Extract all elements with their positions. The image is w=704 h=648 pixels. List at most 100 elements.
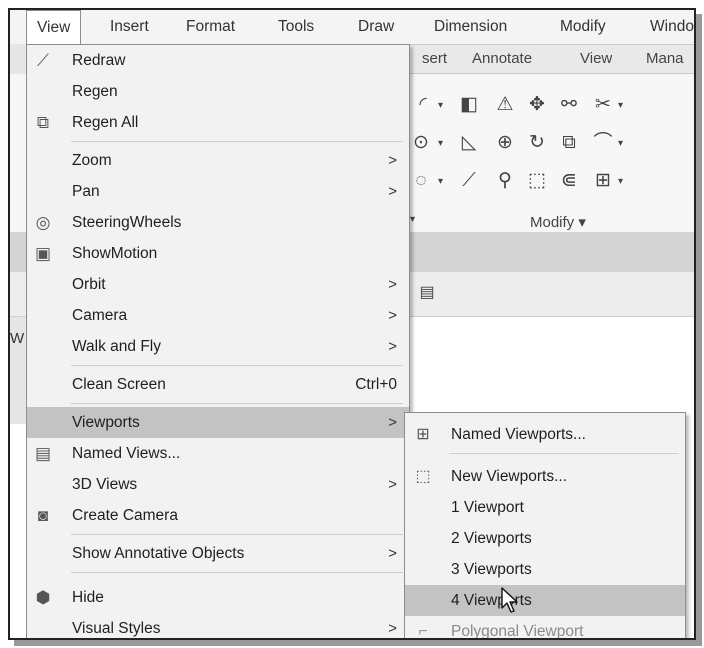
dropdown-arrow-icon[interactable]: ▾ <box>618 176 623 187</box>
menu-item-zoom[interactable]: Zoom > <box>27 145 409 176</box>
submenu-item-label: 1 Viewport <box>451 499 524 516</box>
menubar-insert[interactable]: Insert <box>110 10 149 44</box>
named-views-tool-icon[interactable]: ▤ <box>416 282 438 304</box>
redraw-icon: ⟋ <box>37 51 49 70</box>
menu-item-pan[interactable]: Pan > <box>27 176 409 207</box>
menubar-draw[interactable]: Draw <box>358 10 394 44</box>
submenu-arrow: > <box>388 152 397 169</box>
ellipse-icon[interactable]: ◌ <box>410 170 432 192</box>
regen-all-icon: ⧉ <box>36 113 50 132</box>
dropdown-arrow-icon[interactable]: ▾ <box>438 100 443 111</box>
menu-item-label: 3D Views <box>72 476 138 493</box>
submenu-item-label: 2 Viewports <box>451 530 532 547</box>
menu-item-orbit[interactable]: Orbit > <box>27 269 409 300</box>
new-viewports-icon: ⬚ <box>415 468 431 485</box>
menu-item-create-camera[interactable]: ◙ Create Camera <box>27 500 409 531</box>
trim-icon[interactable]: ✂ <box>592 94 614 116</box>
submenu-item-label: Polygonal Viewport <box>451 623 584 640</box>
menu-item-steeringwheels[interactable]: ◎ SteeringWheels <box>27 207 409 238</box>
named-viewports-icon: ⊞ <box>416 426 430 443</box>
menubar-dimension[interactable]: Dimension <box>434 10 507 44</box>
submenu-item-label: Named Viewports... <box>451 426 586 443</box>
menu-item-regen-all[interactable]: ⧉ Regen All <box>27 107 409 138</box>
menu-item-visual-styles[interactable]: Visual Styles > <box>27 613 409 638</box>
polygonal-viewport-icon: ⌐ <box>418 623 428 640</box>
menubar-tools[interactable]: Tools <box>278 10 314 44</box>
menu-item-label: ShowMotion <box>72 245 158 262</box>
submenu-item-label: 3 Viewports <box>451 561 532 578</box>
menu-item-named-views[interactable]: ▤ Named Views... <box>27 438 409 469</box>
menu-shortcut: Ctrl+0 <box>355 376 397 393</box>
ribbon-tab-manage[interactable]: Mana <box>646 45 684 73</box>
offset-icon[interactable]: ⬚ <box>526 170 548 192</box>
menu-item-label: Pan <box>72 183 100 200</box>
menu-item-label: Viewports <box>72 414 140 431</box>
menu-item-walk-and-fly[interactable]: Walk and Fly > <box>27 331 409 362</box>
menu-separator <box>71 534 403 535</box>
menubar-view[interactable]: View <box>26 10 82 44</box>
hide-icon: ⬢ <box>35 588 51 607</box>
menu-item-showmotion[interactable]: ▣ ShowMotion <box>27 238 409 269</box>
rect-array-icon[interactable]: ⊞ <box>592 170 614 192</box>
menu-item-label: Redraw <box>72 52 126 69</box>
menu-item-3d-views[interactable]: 3D Views > <box>27 469 409 500</box>
menu-item-label: Visual Styles <box>72 620 161 637</box>
break-icon[interactable]: ⋐ <box>558 170 580 192</box>
showmotion-icon: ▣ <box>34 244 52 263</box>
explode-icon[interactable]: ⊕ <box>494 132 516 154</box>
menu-item-regen[interactable]: Regen <box>27 76 409 107</box>
copy-icon[interactable]: ⚯ <box>558 94 580 116</box>
modify-panel-label[interactable]: Modify ▾ <box>530 213 586 231</box>
submenu-arrow: > <box>388 307 397 324</box>
menu-separator <box>449 453 679 454</box>
ribbon-tab-view[interactable]: View <box>580 45 612 73</box>
submenu-item-polygonal-viewport[interactable]: ⌐ Polygonal Viewport <box>405 616 685 640</box>
dropdown-arrow-icon[interactable]: ▾ <box>438 176 443 187</box>
submenu-item-new-viewports[interactable]: ⬚ New Viewports... <box>405 461 685 492</box>
menu-bar: View Insert Format Tools Draw Dimension … <box>10 10 694 45</box>
dropdown-arrow-icon[interactable]: ▾ <box>618 138 623 149</box>
array-icon[interactable]: ⚠ <box>494 94 516 116</box>
menu-separator <box>71 572 403 573</box>
arc-icon[interactable]: ◜ <box>412 94 434 116</box>
menu-item-camera[interactable]: Camera > <box>27 300 409 331</box>
viewports-submenu: ⊞ Named Viewports... ⬚ New Viewports... … <box>404 412 686 640</box>
menu-item-label: Zoom <box>72 152 112 169</box>
menu-item-show-annotative-objects[interactable]: Show Annotative Objects > <box>27 538 409 569</box>
menubar-window[interactable]: Windo <box>650 10 694 44</box>
submenu-arrow: > <box>388 183 397 200</box>
move-icon[interactable]: ✥ <box>526 94 548 116</box>
menu-item-label: Hide <box>72 589 104 606</box>
menubar-format[interactable]: Format <box>186 10 235 44</box>
submenu-item-named-viewports[interactable]: ⊞ Named Viewports... <box>405 419 685 450</box>
dropdown-arrow-icon[interactable]: ▾ <box>410 214 415 225</box>
menu-item-label: Walk and Fly <box>72 338 162 355</box>
menu-item-label: Camera <box>72 307 128 324</box>
circle-icon[interactable]: ⊙ <box>410 132 432 154</box>
submenu-item-1-viewport[interactable]: 1 Viewport <box>405 492 685 523</box>
steeringwheels-icon: ◎ <box>35 213 51 232</box>
submenu-item-2-viewports[interactable]: 2 Viewports <box>405 523 685 554</box>
menu-item-label: SteeringWheels <box>72 214 182 231</box>
ribbon-tab-insert[interactable]: sert <box>422 45 447 73</box>
menu-item-hide[interactable]: ⬢ Hide <box>27 582 409 613</box>
menu-item-redraw[interactable]: ⟋ Redraw <box>27 45 409 76</box>
mirror-icon[interactable]: ◧ <box>458 94 480 116</box>
dropdown-arrow-icon[interactable]: ▾ <box>618 100 623 111</box>
stretch-icon[interactable]: ⌒ <box>592 132 614 154</box>
join-icon[interactable]: ⚲ <box>494 170 516 192</box>
menu-item-label: Orbit <box>72 276 106 293</box>
submenu-item-4-viewports[interactable]: 4 Viewports <box>405 585 685 616</box>
rotate-icon[interactable]: ↻ <box>526 132 548 154</box>
ribbon-tab-annotate[interactable]: Annotate <box>472 45 532 73</box>
screenshot-frame: View Insert Format Tools Draw Dimension … <box>8 8 696 640</box>
dropdown-arrow-icon[interactable]: ▾ <box>438 138 443 149</box>
erase-icon[interactable]: ⟋ <box>458 170 480 192</box>
submenu-item-3-viewports[interactable]: 3 Viewports <box>405 554 685 585</box>
scale-icon[interactable]: ⧉ <box>558 132 580 154</box>
submenu-arrow: > <box>388 545 397 562</box>
menubar-modify[interactable]: Modify <box>560 10 606 44</box>
fillet-icon[interactable]: ◺ <box>458 132 480 154</box>
menu-item-clean-screen[interactable]: Clean Screen Ctrl+0 <box>27 369 409 400</box>
menu-item-viewports[interactable]: Viewports > <box>27 407 409 438</box>
